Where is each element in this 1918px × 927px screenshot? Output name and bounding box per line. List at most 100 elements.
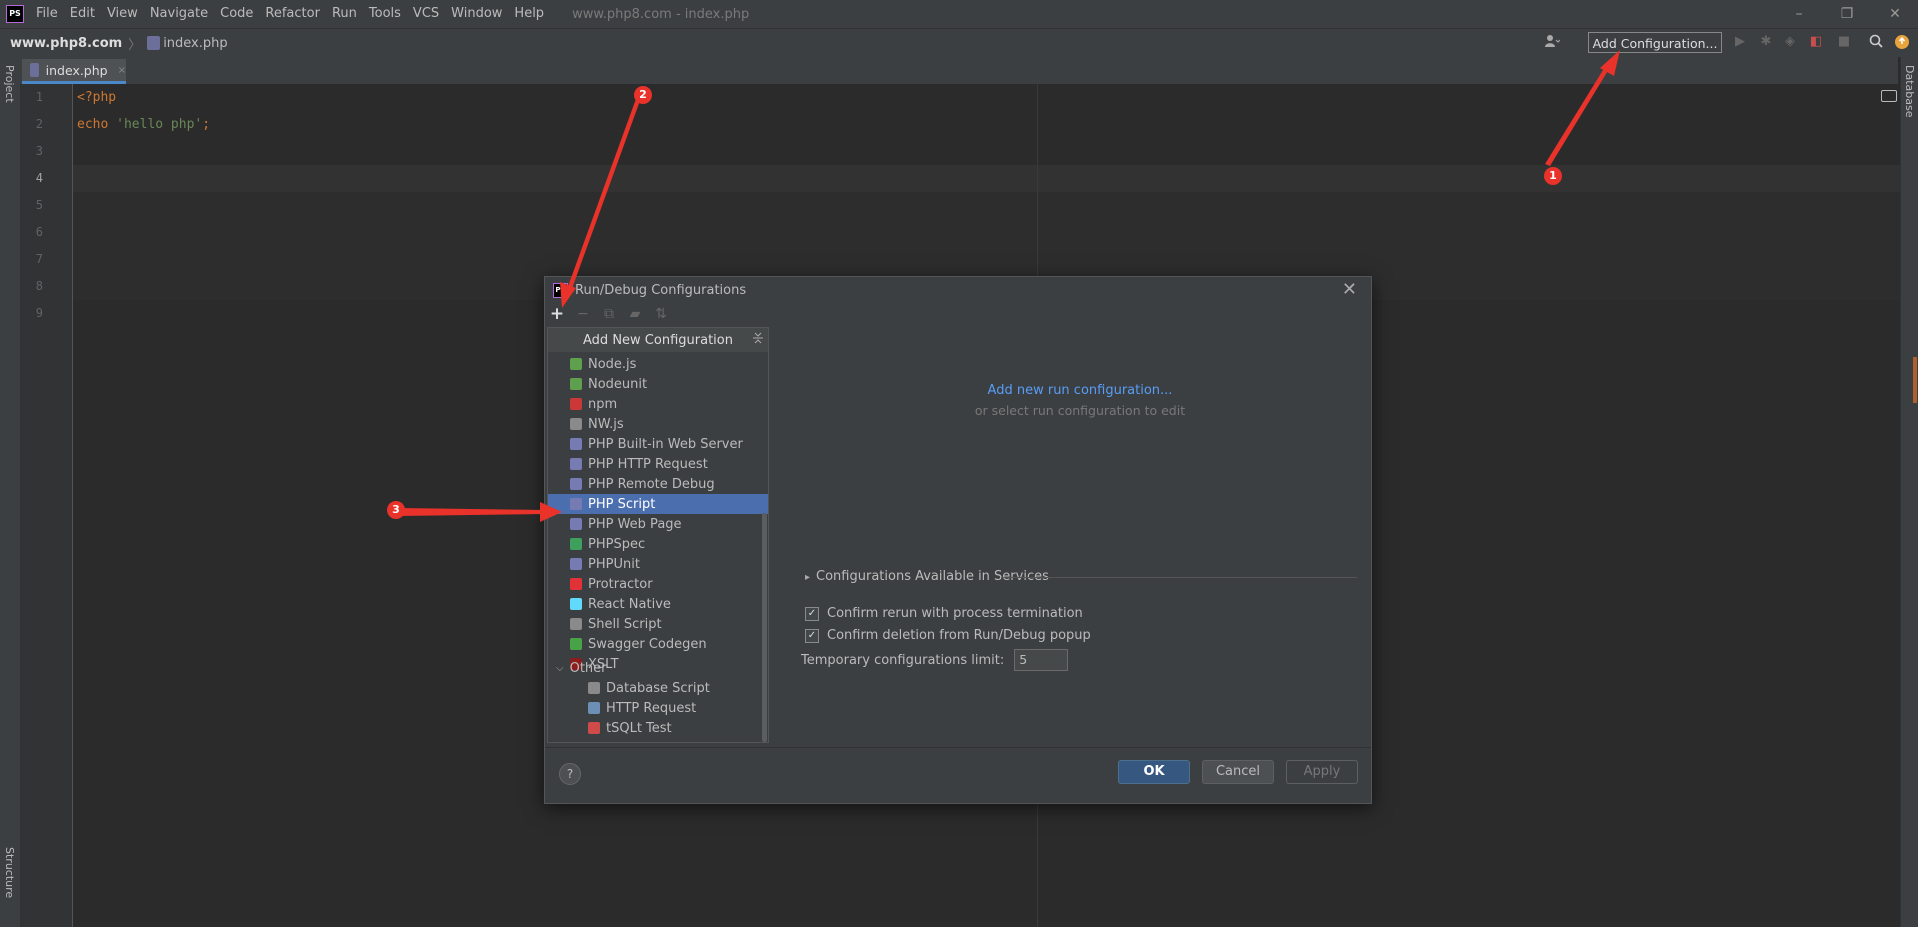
minimize-icon[interactable]: – bbox=[1776, 0, 1822, 28]
group-other-label: Other bbox=[569, 660, 607, 676]
search-icon[interactable] bbox=[1868, 34, 1884, 50]
nw-js-icon bbox=[570, 418, 582, 430]
menu-navigate[interactable]: Navigate bbox=[144, 0, 214, 28]
keyword-echo: echo bbox=[77, 117, 109, 132]
left-tool-strip: Project Structure bbox=[0, 57, 21, 927]
group-other[interactable]: ⌵ Other bbox=[548, 658, 768, 678]
npm-icon bbox=[570, 398, 582, 410]
dialog-title: Run/Debug Configurations bbox=[575, 283, 747, 298]
phpstorm-logo-icon: PS bbox=[553, 283, 568, 298]
list-header-label: Add New Configuration bbox=[583, 332, 733, 348]
menu-run[interactable]: Run bbox=[326, 0, 363, 28]
project-tool-window-button[interactable]: Project bbox=[3, 65, 16, 103]
structure-tool-window-button[interactable]: Structure bbox=[3, 847, 16, 898]
http-request-icon bbox=[588, 702, 600, 714]
breadcrumb-project[interactable]: www.php8.com bbox=[10, 36, 122, 51]
config-type-phpspec[interactable]: PHPSpec bbox=[548, 534, 768, 554]
menu-tools[interactable]: Tools bbox=[363, 0, 407, 28]
cancel-button[interactable]: Cancel bbox=[1202, 760, 1274, 784]
tab-index-php[interactable]: index.php × bbox=[22, 59, 126, 84]
menu-file[interactable]: File bbox=[30, 0, 64, 28]
ok-button[interactable]: OK bbox=[1118, 760, 1190, 784]
menu-vcs[interactable]: VCS bbox=[407, 0, 445, 28]
reader-mode-icon[interactable] bbox=[1881, 90, 1897, 102]
config-type-utplsql-test[interactable]: utPLSQL Test bbox=[548, 738, 768, 743]
line-number: 1 bbox=[35, 90, 43, 104]
config-type-nw-js[interactable]: NW.js bbox=[548, 414, 768, 434]
tsqlt-test-icon bbox=[588, 722, 600, 734]
line-number: 7 bbox=[35, 252, 43, 266]
folder-button[interactable]: ▰ bbox=[625, 303, 645, 325]
annotation-badge-1: 1 bbox=[1544, 167, 1562, 185]
config-type-label: PHPSpec bbox=[588, 536, 646, 552]
menu-help[interactable]: Help bbox=[508, 0, 550, 28]
temporary-limit-input[interactable]: 5 bbox=[1014, 649, 1069, 671]
config-type-tsqlt-test[interactable]: tSQLt Test bbox=[548, 718, 768, 738]
semicolon: ; bbox=[202, 117, 211, 132]
php-built-in-web-server-icon bbox=[570, 438, 582, 450]
dialog-close-icon[interactable]: ✕ bbox=[1342, 279, 1357, 300]
copy-configuration-button[interactable]: ⧉ bbox=[599, 303, 619, 325]
config-type-npm[interactable]: npm bbox=[548, 394, 768, 414]
breadcrumb-file[interactable]: index.php bbox=[147, 36, 228, 51]
config-type-shell-script[interactable]: Shell Script bbox=[548, 614, 768, 634]
config-type-php-built-in-web-server[interactable]: PHP Built-in Web Server bbox=[548, 434, 768, 454]
editor-tab-bar: index.php × bbox=[20, 57, 1898, 84]
config-type-php-web-page[interactable]: PHP Web Page bbox=[548, 514, 768, 534]
menu-edit[interactable]: Edit bbox=[64, 0, 101, 28]
config-type-label: PHP Built-in Web Server bbox=[588, 436, 743, 452]
php-http-request-icon bbox=[570, 458, 582, 470]
stop-icon[interactable]: ■ bbox=[1836, 34, 1852, 50]
config-type-http-request[interactable]: HTTP Request bbox=[548, 698, 768, 718]
add-new-run-configuration-link[interactable]: Add new run configuration... bbox=[789, 383, 1371, 398]
config-type-phpunit[interactable]: PHPUnit bbox=[548, 554, 768, 574]
window-title: www.php8.com - index.php bbox=[572, 6, 750, 22]
line-number: 8 bbox=[35, 279, 43, 293]
shell-script-icon bbox=[570, 618, 582, 630]
user-icon[interactable] bbox=[1544, 34, 1561, 50]
temporary-limit-label: Temporary configurations limit: bbox=[801, 652, 1005, 668]
config-type-react-native[interactable]: React Native bbox=[548, 594, 768, 614]
config-type-protractor[interactable]: Protractor bbox=[548, 574, 768, 594]
tab-close-icon[interactable]: × bbox=[118, 65, 126, 76]
navigation-bar: www.php8.com 〉 index.php Add Configurati… bbox=[0, 28, 1918, 58]
menu-bar: PS File Edit View Navigate Code Refactor… bbox=[0, 0, 1918, 28]
restore-icon[interactable]: ❐ bbox=[1824, 0, 1870, 28]
collapse-icon[interactable] bbox=[752, 332, 764, 347]
config-type-php-remote-debug[interactable]: PHP Remote Debug bbox=[548, 474, 768, 494]
annotation-badge-2: 2 bbox=[634, 86, 652, 104]
profile-icon[interactable]: ◧ bbox=[1808, 34, 1824, 50]
sort-button[interactable]: ⇅ bbox=[651, 303, 671, 325]
add-configuration-button[interactable]: Add Configuration... bbox=[1588, 32, 1722, 53]
react-native-icon bbox=[570, 598, 582, 610]
config-type-node-js[interactable]: Node.js bbox=[548, 354, 768, 374]
add-configuration-plus-button[interactable]: + bbox=[547, 303, 567, 325]
config-type-nodeunit[interactable]: Nodeunit bbox=[548, 374, 768, 394]
help-button[interactable]: ? bbox=[559, 763, 581, 785]
database-tool-window-button[interactable]: Database bbox=[1903, 65, 1916, 118]
run-icon[interactable]: ▶ bbox=[1732, 34, 1748, 50]
config-type-swagger-codegen[interactable]: Swagger Codegen bbox=[548, 634, 768, 654]
config-type-php-script[interactable]: PHP Script bbox=[548, 494, 768, 514]
scroll-marker bbox=[1913, 357, 1917, 403]
coverage-icon[interactable]: ◈ bbox=[1782, 34, 1798, 50]
menu-refactor[interactable]: Refactor bbox=[259, 0, 326, 28]
remove-configuration-button[interactable]: − bbox=[573, 303, 593, 325]
confirm-deletion-checkbox[interactable]: ✓ Confirm deletion from Run/Debug popup bbox=[805, 628, 1091, 643]
debug-icon[interactable]: ✱ bbox=[1758, 34, 1774, 50]
phpstorm-logo-icon: PS bbox=[6, 5, 24, 23]
menu-code[interactable]: Code bbox=[214, 0, 259, 28]
close-window-icon[interactable]: ✕ bbox=[1872, 0, 1918, 28]
apply-button[interactable]: Apply bbox=[1286, 760, 1358, 784]
confirm-rerun-checkbox[interactable]: ✓ Confirm rerun with process termination bbox=[805, 606, 1083, 621]
code-line-2: echo 'hello php'; bbox=[77, 117, 210, 132]
config-type-php-http-request[interactable]: PHP HTTP Request bbox=[548, 454, 768, 474]
menu-view[interactable]: View bbox=[101, 0, 144, 28]
config-type-label: Swagger Codegen bbox=[588, 636, 707, 652]
config-type-database-script[interactable]: Database Script bbox=[548, 678, 768, 698]
update-notification-icon[interactable] bbox=[1894, 34, 1910, 50]
menu-window[interactable]: Window bbox=[445, 0, 508, 28]
list-scrollbar[interactable] bbox=[762, 513, 767, 742]
config-type-label: Database Script bbox=[606, 680, 710, 696]
config-type-label: PHP Remote Debug bbox=[588, 476, 715, 492]
